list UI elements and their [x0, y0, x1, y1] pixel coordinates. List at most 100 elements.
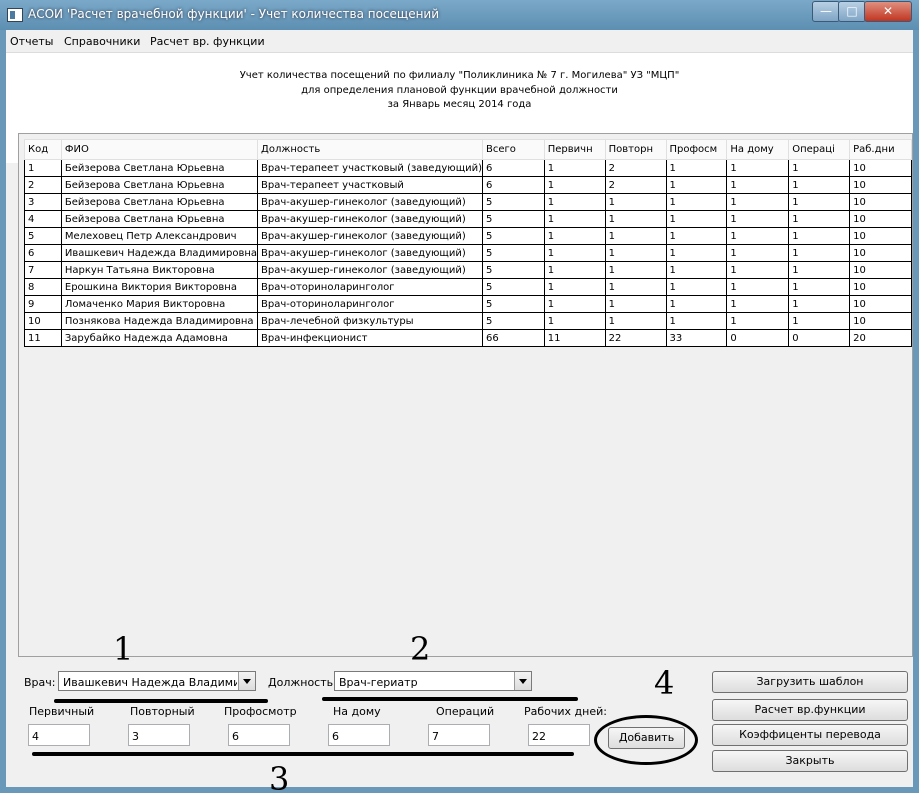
load-template-button[interactable]: Загрузить шаблон: [712, 671, 908, 693]
close-button[interactable]: Закрыть: [712, 750, 908, 772]
chevron-down-icon[interactable]: [514, 672, 531, 690]
table-cell[interactable]: 10: [849, 278, 912, 296]
table-cell[interactable]: 1: [726, 278, 790, 296]
table-cell[interactable]: 1: [665, 210, 728, 228]
table-row[interactable]: 6 Ивашкевич Надежда Владимировна Врач-акуш…: [24, 244, 912, 262]
menu-calc-function[interactable]: Расчет вр. функции: [150, 35, 265, 48]
table-cell[interactable]: 1: [788, 159, 851, 177]
table-cell[interactable]: Бейзерова Светлана Юрьевна: [60, 210, 259, 228]
table-cell[interactable]: 1: [788, 176, 851, 194]
table-cell[interactable]: 1: [604, 193, 667, 211]
table-cell[interactable]: Бейзерова Светлана Юрьевна: [60, 176, 259, 194]
table-cell[interactable]: 10: [849, 244, 912, 262]
table-cell[interactable]: Врач-акушер-гинеколог (заведующий): [257, 227, 484, 245]
table-cell[interactable]: 1: [788, 278, 851, 296]
table-cell[interactable]: Ломаченко Мария Викторовна: [60, 295, 259, 313]
table-cell[interactable]: 1: [726, 261, 790, 279]
table-row[interactable]: 1 Бейзерова Светлана Юрьевна Врач-терапеет…: [24, 159, 912, 177]
table-cell[interactable]: 20: [849, 329, 912, 347]
conversion-coefficients-button[interactable]: Коэффиценты перевода: [712, 724, 908, 746]
table-cell[interactable]: 1: [665, 312, 728, 330]
table-cell[interactable]: 10: [849, 210, 912, 228]
table-cell[interactable]: 1: [788, 244, 851, 262]
table-cell[interactable]: 1: [604, 261, 667, 279]
table-cell[interactable]: 1: [604, 278, 667, 296]
table-row[interactable]: 10 Познякова Надежда Владимировна Врач-леч…: [24, 312, 912, 330]
minimize-button[interactable]: —: [812, 1, 840, 22]
table-cell[interactable]: 1: [665, 261, 728, 279]
menu-reports[interactable]: Отчеты: [10, 35, 53, 48]
table-cell[interactable]: 10: [849, 176, 912, 194]
table-cell[interactable]: Ерошкина Виктория Викторовна: [60, 278, 259, 296]
doctor-select[interactable]: Ивашкевич Надежда Владимиров: [58, 671, 256, 691]
table-cell[interactable]: Врач-акушер-гинеколог (заведующий): [257, 193, 484, 211]
table-cell[interactable]: 1: [788, 312, 851, 330]
table-cell[interactable]: 22: [604, 329, 667, 347]
table-cell[interactable]: 10: [849, 261, 912, 279]
table-cell[interactable]: 1: [604, 227, 667, 245]
table-cell[interactable]: 6: [24, 244, 62, 262]
close-window-button[interactable]: ✕: [864, 1, 912, 22]
col-header-workdays[interactable]: Раб.дни: [849, 139, 912, 160]
table-cell[interactable]: 5: [482, 244, 545, 262]
home-input[interactable]: 6: [328, 724, 390, 746]
table-cell[interactable]: 1: [788, 261, 851, 279]
table-cell[interactable]: 1: [543, 278, 606, 296]
table-row[interactable]: 4 Бейзерова Светлана Юрьевна Врач-акушер-г…: [24, 210, 912, 228]
table-cell[interactable]: 1: [788, 193, 851, 211]
table-cell[interactable]: Врач-терапеет участковый (заведующий): [257, 159, 484, 177]
table-cell[interactable]: 1: [726, 244, 790, 262]
col-header-primary[interactable]: Первичн: [543, 139, 606, 160]
table-row[interactable]: 2 Бейзерова Светлана Юрьевна Врач-терапеет…: [24, 176, 912, 194]
position-select[interactable]: Врач-гериатр: [334, 671, 532, 691]
table-cell[interactable]: 1: [543, 193, 606, 211]
table-cell[interactable]: 1: [726, 193, 790, 211]
table-cell[interactable]: Врач-лечебной физкультуры: [257, 312, 484, 330]
table-cell[interactable]: 1: [543, 227, 606, 245]
chevron-down-icon[interactable]: [238, 672, 255, 690]
table-cell[interactable]: 10: [849, 312, 912, 330]
table-row[interactable]: 11 Зарубайко Надежда Адамовна Врач-инфекци…: [24, 329, 912, 347]
table-cell[interactable]: 1: [726, 210, 790, 228]
table-cell[interactable]: 5: [482, 193, 545, 211]
col-header-operations[interactable]: Операці: [788, 139, 851, 160]
table-cell[interactable]: 1: [543, 312, 606, 330]
table-cell[interactable]: 1: [665, 278, 728, 296]
col-header-name[interactable]: ФИО: [60, 139, 259, 160]
table-cell[interactable]: 33: [665, 329, 728, 347]
table-cell[interactable]: 6: [482, 176, 545, 194]
table-cell[interactable]: 1: [665, 227, 728, 245]
table-cell[interactable]: 1: [788, 227, 851, 245]
table-row[interactable]: 7 Наркун Татьяна Викторовна Врач-акушер-ги…: [24, 261, 912, 279]
table-cell[interactable]: Врач-оториноларинголог: [257, 278, 484, 296]
table-cell[interactable]: Бейзерова Светлана Юрьевна: [60, 159, 259, 177]
table-cell[interactable]: 1: [726, 159, 790, 177]
table-cell[interactable]: 11: [543, 329, 606, 347]
table-cell[interactable]: 1: [24, 159, 62, 177]
table-cell[interactable]: Мелеховец Петр Александрович: [60, 227, 259, 245]
table-cell[interactable]: 1: [604, 244, 667, 262]
table-cell[interactable]: Врач-оториноларинголог: [257, 295, 484, 313]
table-cell[interactable]: 1: [543, 176, 606, 194]
table-cell[interactable]: 3: [24, 193, 62, 211]
table-cell[interactable]: 5: [482, 295, 545, 313]
table-cell[interactable]: Врач-акушер-гинеколог (заведующий): [257, 244, 484, 262]
col-header-repeat[interactable]: Повторн: [604, 139, 667, 160]
table-cell[interactable]: 1: [788, 295, 851, 313]
table-cell[interactable]: 5: [482, 312, 545, 330]
table-cell[interactable]: 11: [24, 329, 62, 347]
table-cell[interactable]: 10: [849, 227, 912, 245]
table-cell[interactable]: Наркун Татьяна Викторовна: [60, 261, 259, 279]
table-cell[interactable]: 6: [482, 159, 545, 177]
table-cell[interactable]: 2: [24, 176, 62, 194]
col-header-home[interactable]: На дому: [726, 139, 790, 160]
col-header-code[interactable]: Код: [24, 139, 62, 160]
maximize-button[interactable]: □: [838, 1, 866, 22]
calc-function-button[interactable]: Расчет вр.функции: [712, 699, 908, 721]
table-cell[interactable]: 1: [726, 227, 790, 245]
table-cell[interactable]: Врач-акушер-гинеколог (заведующий): [257, 261, 484, 279]
menu-directories[interactable]: Справочники: [64, 35, 140, 48]
table-cell[interactable]: 1: [726, 312, 790, 330]
table-cell[interactable]: 1: [543, 159, 606, 177]
table-cell[interactable]: 1: [665, 159, 728, 177]
